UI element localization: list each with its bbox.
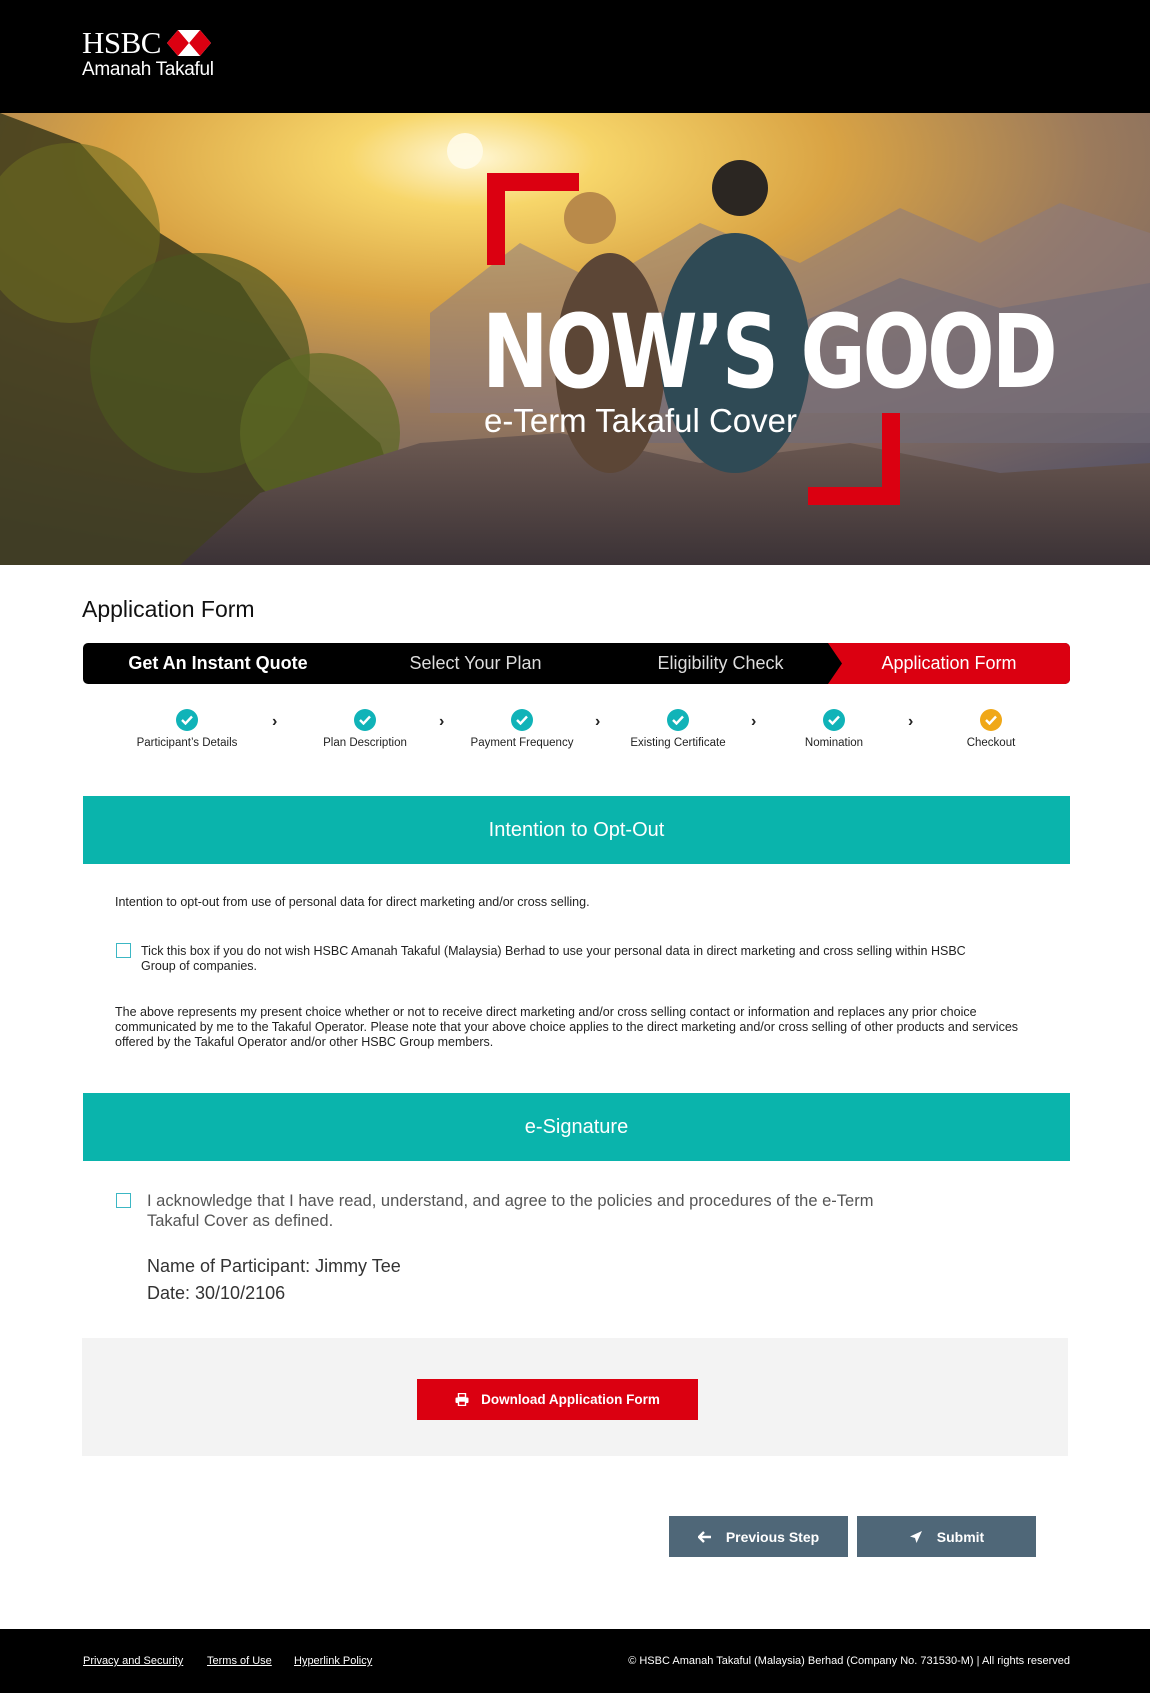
substep-nomination[interactable]: Nomination xyxy=(759,709,909,749)
page-title: Application Form xyxy=(82,596,255,622)
bracket-bottom-right xyxy=(808,413,900,505)
signature-date: Date: 30/10/2106 xyxy=(147,1283,286,1303)
download-button-label: Download Application Form xyxy=(481,1392,660,1407)
download-application-form-button[interactable]: Download Application Form xyxy=(417,1379,698,1420)
check-icon xyxy=(823,709,845,731)
optout-section-header: Intention to Opt-Out xyxy=(83,796,1070,864)
substep-label: Existing Certificate xyxy=(630,737,726,749)
submit-button[interactable]: Submit xyxy=(857,1516,1036,1557)
substep-label: Plan Description xyxy=(323,737,407,749)
top-header: HSBC Amanah Takaful xyxy=(0,0,1150,113)
acknowledge-label: I acknowledge that I have read, understa… xyxy=(147,1192,874,1230)
hsbc-amanah-logo[interactable]: HSBC Amanah Takaful xyxy=(82,27,214,81)
previous-step-label: Previous Step xyxy=(725,1528,820,1545)
check-icon xyxy=(511,709,533,731)
substep-participant-details[interactable]: Participant’s Details xyxy=(112,709,262,749)
hexagon-logo-icon xyxy=(166,29,211,56)
check-icon xyxy=(667,709,689,731)
printer-icon xyxy=(455,1393,469,1406)
chevron-right-icon: › xyxy=(908,713,914,730)
substep-label: Nomination xyxy=(804,737,864,749)
step-application-form[interactable]: Application Form xyxy=(828,643,1070,684)
download-panel: Download Application Form xyxy=(82,1338,1068,1456)
optout-note: The above represents my present choice w… xyxy=(115,1005,1019,1049)
substep-existing-certificate[interactable]: Existing Certificate xyxy=(603,709,753,749)
optout-checkbox[interactable] xyxy=(116,943,131,958)
check-icon xyxy=(176,709,198,731)
participant-name: Name of Participant: Jimmy Tee xyxy=(147,1256,401,1276)
chevron-right-icon: › xyxy=(751,713,757,730)
chevron-right-icon: › xyxy=(439,713,445,730)
substep-label: Participant’s Details xyxy=(136,737,238,749)
optout-checkbox-label: Tick this box if you do not wish HSBC Am… xyxy=(141,944,966,973)
step-select-plan[interactable]: Select Your Plan xyxy=(353,643,598,684)
chevron-right-icon: › xyxy=(272,713,278,730)
footer-copyright: © HSBC Amanah Takaful (Malaysia) Berhad … xyxy=(628,1655,1070,1667)
check-icon xyxy=(980,709,1002,731)
esignature-section-header: e-Signature xyxy=(83,1093,1070,1161)
progress-steps-bar: Get An Instant Quote Select Your Plan El… xyxy=(83,643,1070,684)
submit-label: Submit xyxy=(936,1528,985,1545)
substep-label: Payment Frequency xyxy=(470,737,574,749)
substep-checkout[interactable]: Checkout xyxy=(916,709,1066,749)
hero-banner: NOW’S GOOD e-Term Takaful Cover xyxy=(0,113,1150,565)
substep-payment-frequency[interactable]: Payment Frequency xyxy=(447,709,597,749)
footer-link-terms[interactable]: Terms of Use xyxy=(207,1655,272,1667)
chevron-right-icon: › xyxy=(595,713,601,730)
logo-subtitle: Amanah Takaful xyxy=(82,59,214,80)
arrow-left-icon xyxy=(697,1530,712,1543)
substep-plan-description[interactable]: Plan Description xyxy=(290,709,440,749)
footer-link-hyperlink-policy[interactable]: Hyperlink Policy xyxy=(294,1655,372,1667)
substep-label: Checkout xyxy=(966,737,1016,749)
logo-wordmark: HSBC xyxy=(82,25,161,60)
footer: Privacy and Security Terms of Use Hyperl… xyxy=(0,1629,1150,1693)
bracket-top-left xyxy=(487,173,579,265)
hero-subtitle: e-Term Takaful Cover xyxy=(484,402,798,439)
acknowledge-checkbox[interactable] xyxy=(116,1193,131,1208)
hero-title: NOW’S GOOD xyxy=(482,293,1058,412)
optout-intro: Intention to opt-out from use of persona… xyxy=(115,895,590,909)
footer-link-privacy[interactable]: Privacy and Security xyxy=(83,1655,183,1667)
previous-step-button[interactable]: Previous Step xyxy=(669,1516,848,1557)
step-eligibility-check[interactable]: Eligibility Check xyxy=(598,643,843,684)
check-icon xyxy=(354,709,376,731)
step-instant-quote[interactable]: Get An Instant Quote xyxy=(83,643,353,684)
paper-plane-icon xyxy=(909,1530,923,1544)
